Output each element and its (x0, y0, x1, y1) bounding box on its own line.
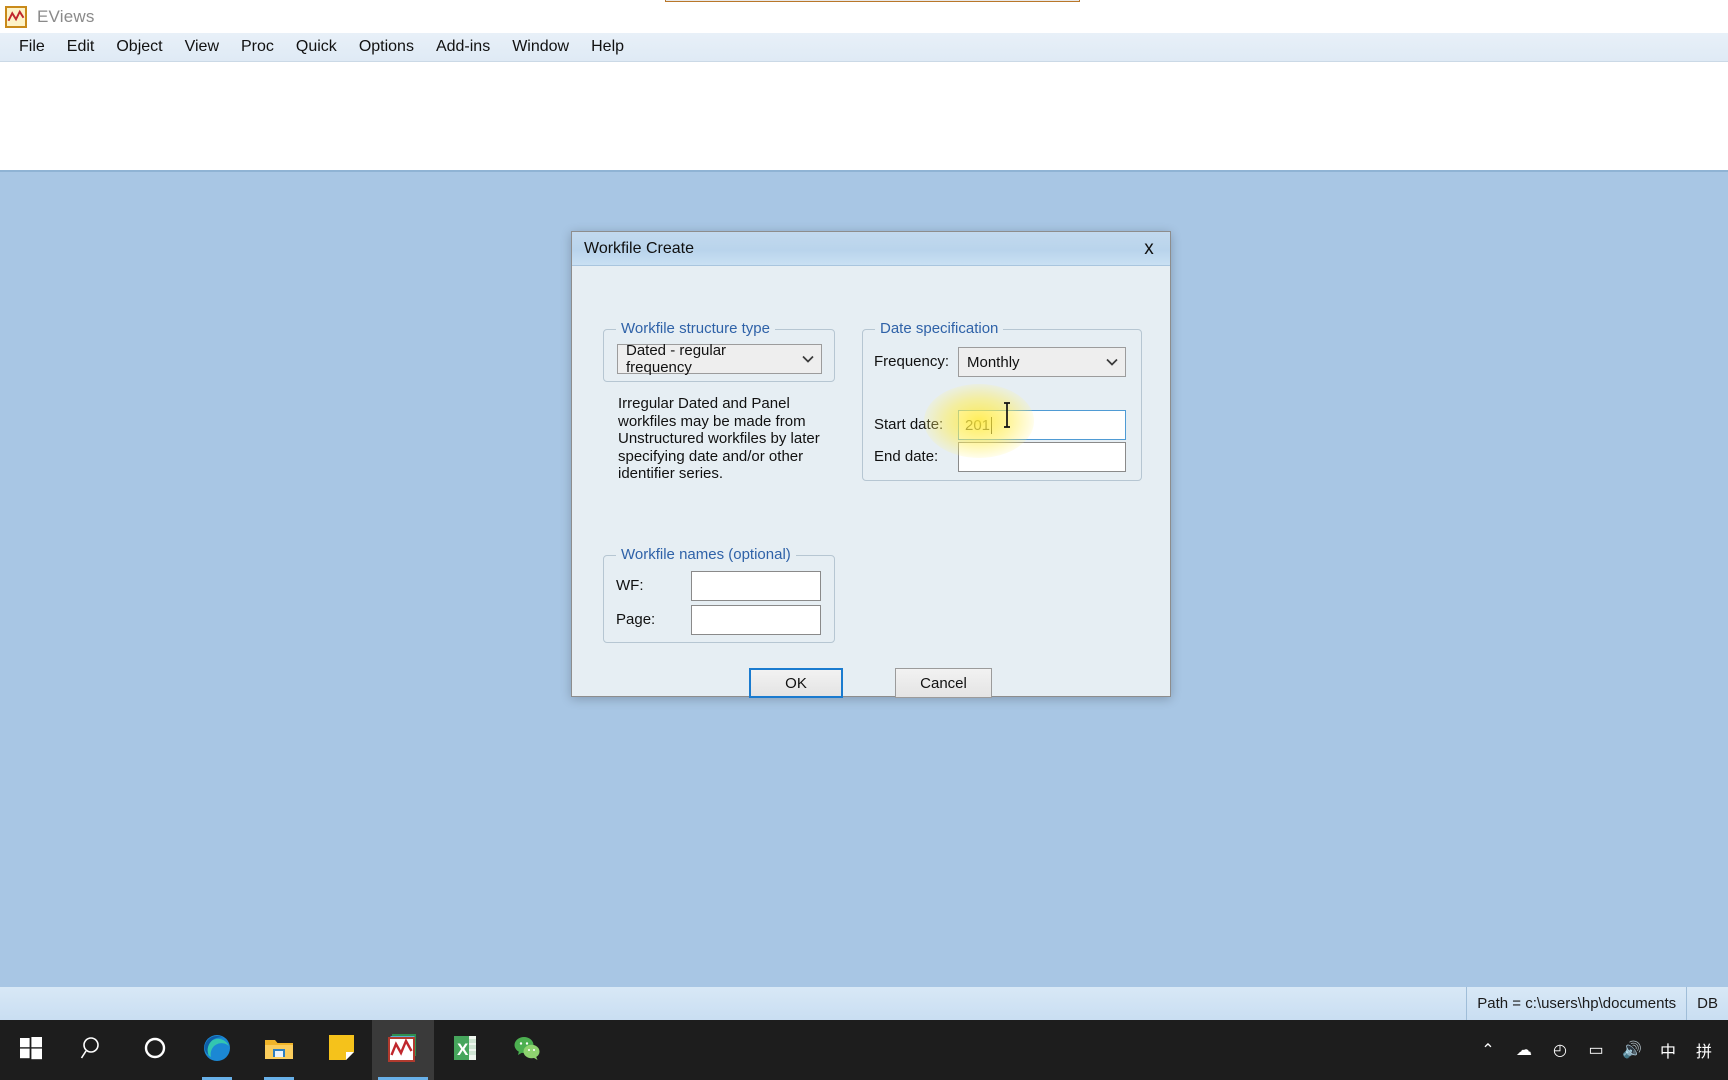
file-explorer-button[interactable] (248, 1020, 310, 1080)
dialog-titlebar: Workfile Create x (572, 232, 1170, 266)
cancel-button[interactable]: Cancel (895, 668, 992, 698)
menu-item-help[interactable]: Help (580, 35, 635, 59)
app-titlebar: EViews (0, 0, 1728, 33)
menu-item-options[interactable]: Options (348, 35, 425, 59)
excel-button[interactable]: X (434, 1020, 496, 1080)
background-window-edge (665, 0, 1080, 2)
statusbar: Path = c:\users\hp\documents DB (0, 986, 1728, 1020)
menu-item-view[interactable]: View (174, 35, 230, 59)
workfile-structure-type-select[interactable]: Dated - regular frequency (617, 342, 822, 376)
start-button[interactable] (0, 1020, 62, 1080)
menu-item-proc[interactable]: Proc (230, 35, 285, 59)
wf-label: WF: (616, 577, 644, 594)
menu-item-quick[interactable]: Quick (285, 35, 348, 59)
search-icon (80, 1035, 106, 1066)
search-button[interactable] (62, 1020, 124, 1080)
workfile-structure-type-value: Dated - regular frequency (626, 342, 727, 376)
windows-logo-icon (19, 1036, 43, 1065)
excel-icon: X (451, 1034, 479, 1067)
start-date-value: 201 (965, 416, 991, 434)
menubar: File Edit Object View Proc Quick Options… (0, 33, 1728, 62)
windows-taskbar: X ⌃ ☁ ◴ ▭ 🔊 中 拼 (0, 1020, 1728, 1080)
app-title: EViews (37, 6, 95, 26)
workfile-structure-type-group: Workfile structure type Dated - regular … (603, 320, 835, 382)
date-specification-legend: Date specification (875, 320, 1004, 337)
folder-icon (264, 1035, 294, 1066)
menu-item-file[interactable]: File (8, 35, 56, 59)
ime-mode-icon[interactable]: 拼 (1686, 1020, 1722, 1080)
workfile-structure-type-legend: Workfile structure type (616, 320, 775, 337)
menu-item-add-ins[interactable]: Add-ins (425, 35, 501, 59)
system-tray: ⌃ ☁ ◴ ▭ 🔊 中 拼 (1470, 1020, 1728, 1080)
workfile-names-legend: Workfile names (optional) (616, 546, 796, 563)
status-db: DB (1686, 987, 1728, 1020)
workfile-names-group: Workfile names (optional) WF: Page: (603, 546, 835, 643)
text-caret (991, 416, 993, 434)
frequency-value: Monthly (967, 353, 1020, 371)
start-date-input[interactable]: 201 (958, 410, 1126, 440)
page-name-input[interactable] (691, 605, 821, 635)
structure-description-text: Irregular Dated and Panel workfiles may … (618, 395, 820, 483)
workfile-create-dialog: Workfile Create x Workfile structure typ… (571, 231, 1171, 698)
chevron-down-icon (795, 355, 821, 363)
dialog-body: Workfile structure type Dated - regular … (572, 266, 1170, 698)
frequency-label: Frequency: (874, 353, 950, 370)
svg-text:X: X (457, 1040, 469, 1059)
page-label: Page: (616, 611, 656, 628)
dialog-title: Workfile Create (584, 239, 694, 257)
menu-item-edit[interactable]: Edit (56, 35, 106, 59)
wechat-button[interactable] (496, 1020, 558, 1080)
volume-icon[interactable]: 🔊 (1614, 1020, 1650, 1080)
date-specification-group: Date specification Frequency: Monthly St… (862, 320, 1142, 481)
eviews-button[interactable] (372, 1020, 434, 1080)
edge-button[interactable] (186, 1020, 248, 1080)
wf-name-input[interactable] (691, 571, 821, 601)
close-icon[interactable]: x (1134, 236, 1164, 262)
sticky-note-icon (328, 1034, 355, 1066)
cloud-sync-icon[interactable]: ☁ (1506, 1020, 1542, 1080)
start-date-label: Start date: (874, 416, 944, 433)
battery-icon[interactable]: ▭ (1578, 1020, 1614, 1080)
edge-icon (202, 1033, 232, 1068)
ok-button[interactable]: OK (749, 668, 843, 698)
status-path: Path = c:\users\hp\documents (1466, 987, 1686, 1020)
ime-language-icon[interactable]: 中 (1650, 1020, 1686, 1080)
cortana-button[interactable] (124, 1020, 186, 1080)
screen: EViews File Edit Object View Proc Quick … (0, 0, 1728, 1080)
end-date-label: End date: (874, 448, 939, 465)
eviews-chart-icon (5, 5, 27, 28)
menu-item-object[interactable]: Object (105, 35, 173, 59)
chevron-down-icon (1099, 358, 1125, 366)
cortana-circle-icon (143, 1036, 167, 1065)
network-icon[interactable]: ◴ (1542, 1020, 1578, 1080)
menu-item-window[interactable]: Window (501, 35, 580, 59)
wechat-icon (513, 1034, 541, 1067)
frequency-select[interactable]: Monthly (958, 347, 1126, 377)
end-date-input[interactable] (958, 442, 1126, 472)
sticky-notes-button[interactable] (310, 1020, 372, 1080)
eviews-chart-icon (388, 1033, 418, 1068)
toolbar-area (0, 62, 1728, 172)
show-hidden-icons-button[interactable]: ⌃ (1470, 1020, 1506, 1080)
